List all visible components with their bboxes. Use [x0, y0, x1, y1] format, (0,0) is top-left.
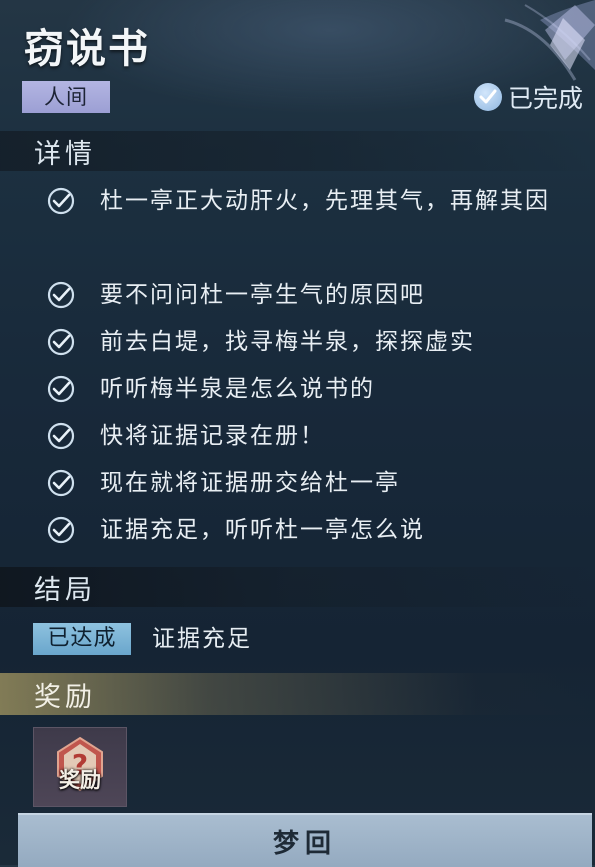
check-circle-icon	[47, 516, 75, 544]
realm-tag: 人间	[22, 81, 110, 113]
check-circle-icon	[47, 281, 75, 309]
ending-heading: 结局	[34, 574, 96, 606]
reward-heading: 奖励	[34, 681, 96, 713]
quest-status: 已完成	[473, 80, 583, 114]
task-text: 前去白堤，找寻梅半泉，探探虚实	[100, 329, 475, 355]
task-text: 杜一亭正大动肝火，先理其气，再解其因	[100, 188, 550, 214]
ending-result: 证据充足	[152, 626, 252, 652]
achieved-badge: 已达成	[33, 623, 131, 655]
check-circle-icon	[47, 328, 75, 356]
reward-item[interactable]: ? 奖励	[33, 727, 127, 807]
reward-item-label: 奖励	[59, 768, 101, 792]
dream-return-label: 梦回	[272, 828, 337, 859]
check-circle-icon	[47, 187, 75, 215]
task-text: 要不问问杜一亭生气的原因吧	[100, 282, 425, 308]
dream-return-button[interactable]: 梦回	[18, 813, 592, 867]
ending-header: 结局	[0, 567, 595, 607]
task-text: 现在就将证据册交给杜一亭	[100, 470, 400, 496]
quest-title: 窃说书	[24, 26, 150, 72]
check-circle-icon	[47, 469, 75, 497]
status-label: 已完成	[507, 84, 583, 113]
details-header: 详情	[0, 131, 595, 171]
check-circle-icon	[47, 375, 75, 403]
quest-panel: 窃说书 人间 已完成 详情 杜一亭正大动肝火，先理其气，再解其因 要不问问杜一亭…	[0, 0, 595, 867]
reward-header: 奖励	[0, 673, 595, 715]
task-text: 证据充足，听听杜一亭怎么说	[100, 517, 425, 543]
check-circle-icon	[47, 422, 75, 450]
task-text: 快将证据记录在册！	[100, 423, 325, 449]
details-heading: 详情	[34, 138, 96, 170]
task-text: 听听梅半泉是怎么说书的	[100, 376, 375, 402]
checkmark-circle-icon	[473, 83, 502, 111]
